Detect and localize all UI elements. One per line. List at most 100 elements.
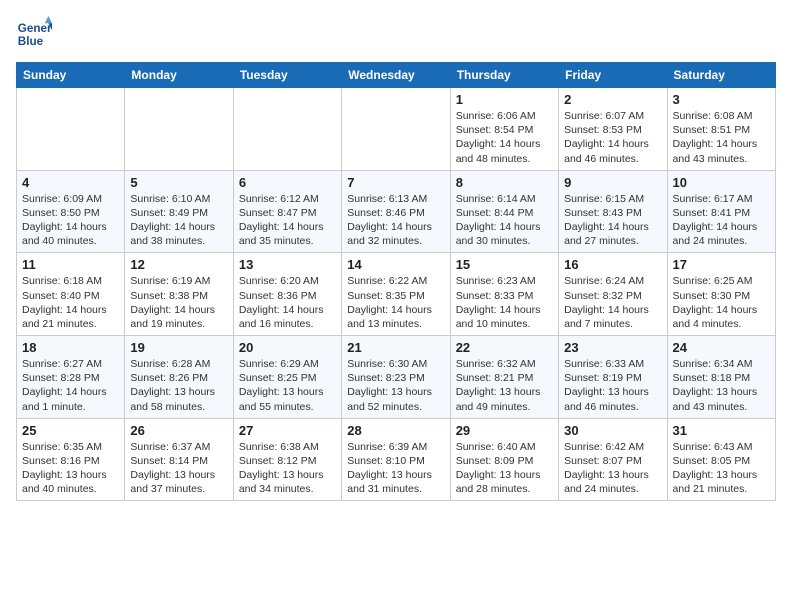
- day-info: Sunrise: 6:06 AM Sunset: 8:54 PM Dayligh…: [456, 109, 553, 166]
- logo-icon: General Blue: [16, 16, 52, 52]
- calendar: SundayMondayTuesdayWednesdayThursdayFrid…: [16, 62, 776, 501]
- calendar-cell: 2Sunrise: 6:07 AM Sunset: 8:53 PM Daylig…: [559, 88, 667, 171]
- calendar-week-row: 1 Sunrise: 6:06 AM Sunset: 8:54 PM Daylig…: [17, 88, 776, 171]
- calendar-cell: 17 Sunrise: 6:25 AM Sunset: 8:30 PM Dayli…: [667, 253, 775, 336]
- day-info: Sunrise: 6:20 AM Sunset: 8:36 PM Dayligh…: [239, 274, 336, 331]
- calendar-week-row: 11Sunrise: 6:18 AM Sunset: 8:40 PM Dayli…: [17, 253, 776, 336]
- day-number: 7: [347, 175, 444, 190]
- day-info: Sunrise: 6:22 AM Sunset: 8:35 PM Dayligh…: [347, 274, 444, 331]
- day-number: 12: [130, 257, 227, 272]
- calendar-cell: 5 Sunrise: 6:10 AM Sunset: 8:49 PM Daylig…: [125, 170, 233, 253]
- calendar-cell: 21 Sunrise: 6:30 AM Sunset: 8:23 PM Dayli…: [342, 336, 450, 419]
- day-info: Sunrise: 6:17 AM Sunset: 8:41 PM Dayligh…: [673, 192, 770, 249]
- day-number: 16: [564, 257, 661, 272]
- day-number: 25: [22, 423, 119, 438]
- calendar-cell: 28 Sunrise: 6:39 AM Sunset: 8:10 PM Dayli…: [342, 418, 450, 501]
- day-header: Saturday: [667, 63, 775, 88]
- day-header: Tuesday: [233, 63, 341, 88]
- calendar-cell: 29Sunrise: 6:40 AM Sunset: 8:09 PM Dayli…: [450, 418, 558, 501]
- day-info: Sunrise: 6:13 AM Sunset: 8:46 PM Dayligh…: [347, 192, 444, 249]
- day-info: Sunrise: 6:09 AM Sunset: 8:50 PM Dayligh…: [22, 192, 119, 249]
- day-number: 5: [130, 175, 227, 190]
- day-info: Sunrise: 6:42 AM Sunset: 8:07 PM Dayligh…: [564, 440, 661, 497]
- day-info: Sunrise: 6:43 AM Sunset: 8:05 PM Dayligh…: [673, 440, 770, 497]
- calendar-cell: 13 Sunrise: 6:20 AM Sunset: 8:36 PM Dayli…: [233, 253, 341, 336]
- day-header: Monday: [125, 63, 233, 88]
- day-header: Sunday: [17, 63, 125, 88]
- day-info: Sunrise: 6:07 AM Sunset: 8:53 PM Dayligh…: [564, 109, 661, 166]
- day-info: Sunrise: 6:39 AM Sunset: 8:10 PM Dayligh…: [347, 440, 444, 497]
- day-number: 10: [673, 175, 770, 190]
- calendar-cell: [342, 88, 450, 171]
- day-number: 13: [239, 257, 336, 272]
- day-info: Sunrise: 6:10 AM Sunset: 8:49 PM Dayligh…: [130, 192, 227, 249]
- day-info: Sunrise: 6:15 AM Sunset: 8:43 PM Dayligh…: [564, 192, 661, 249]
- day-number: 20: [239, 340, 336, 355]
- day-number: 21: [347, 340, 444, 355]
- day-info: Sunrise: 6:23 AM Sunset: 8:33 PM Dayligh…: [456, 274, 553, 331]
- day-info: Sunrise: 6:27 AM Sunset: 8:28 PM Dayligh…: [22, 357, 119, 414]
- calendar-cell: 26 Sunrise: 6:37 AM Sunset: 8:14 PM Dayli…: [125, 418, 233, 501]
- calendar-cell: [233, 88, 341, 171]
- calendar-cell: 9Sunrise: 6:15 AM Sunset: 8:43 PM Daylig…: [559, 170, 667, 253]
- day-number: 15: [456, 257, 553, 272]
- day-info: Sunrise: 6:34 AM Sunset: 8:18 PM Dayligh…: [673, 357, 770, 414]
- day-number: 30: [564, 423, 661, 438]
- day-info: Sunrise: 6:33 AM Sunset: 8:19 PM Dayligh…: [564, 357, 661, 414]
- calendar-cell: 20Sunrise: 6:29 AM Sunset: 8:25 PM Dayli…: [233, 336, 341, 419]
- svg-text:General: General: [18, 22, 52, 35]
- day-info: Sunrise: 6:38 AM Sunset: 8:12 PM Dayligh…: [239, 440, 336, 497]
- day-header: Thursday: [450, 63, 558, 88]
- calendar-cell: 12Sunrise: 6:19 AM Sunset: 8:38 PM Dayli…: [125, 253, 233, 336]
- calendar-cell: 10 Sunrise: 6:17 AM Sunset: 8:41 PM Dayli…: [667, 170, 775, 253]
- calendar-cell: 1 Sunrise: 6:06 AM Sunset: 8:54 PM Daylig…: [450, 88, 558, 171]
- day-number: 27: [239, 423, 336, 438]
- calendar-cell: 30 Sunrise: 6:42 AM Sunset: 8:07 PM Dayli…: [559, 418, 667, 501]
- calendar-cell: 6 Sunrise: 6:12 AM Sunset: 8:47 PM Daylig…: [233, 170, 341, 253]
- day-info: Sunrise: 6:25 AM Sunset: 8:30 PM Dayligh…: [673, 274, 770, 331]
- day-number: 22: [456, 340, 553, 355]
- day-number: 6: [239, 175, 336, 190]
- day-number: 3: [673, 92, 770, 107]
- day-number: 19: [130, 340, 227, 355]
- day-number: 1: [456, 92, 553, 107]
- calendar-cell: 8Sunrise: 6:14 AM Sunset: 8:44 PM Daylig…: [450, 170, 558, 253]
- day-info: Sunrise: 6:37 AM Sunset: 8:14 PM Dayligh…: [130, 440, 227, 497]
- header: General Blue: [16, 16, 776, 52]
- day-header: Friday: [559, 63, 667, 88]
- day-info: Sunrise: 6:14 AM Sunset: 8:44 PM Dayligh…: [456, 192, 553, 249]
- day-number: 4: [22, 175, 119, 190]
- calendar-cell: 19 Sunrise: 6:28 AM Sunset: 8:26 PM Dayli…: [125, 336, 233, 419]
- calendar-cell: 4 Sunrise: 6:09 AM Sunset: 8:50 PM Daylig…: [17, 170, 125, 253]
- day-number: 28: [347, 423, 444, 438]
- day-number: 14: [347, 257, 444, 272]
- calendar-week-row: 4 Sunrise: 6:09 AM Sunset: 8:50 PM Daylig…: [17, 170, 776, 253]
- day-info: Sunrise: 6:12 AM Sunset: 8:47 PM Dayligh…: [239, 192, 336, 249]
- calendar-header-row: SundayMondayTuesdayWednesdayThursdayFrid…: [17, 63, 776, 88]
- calendar-cell: 22Sunrise: 6:32 AM Sunset: 8:21 PM Dayli…: [450, 336, 558, 419]
- calendar-cell: 11Sunrise: 6:18 AM Sunset: 8:40 PM Dayli…: [17, 253, 125, 336]
- day-number: 31: [673, 423, 770, 438]
- calendar-week-row: 25Sunrise: 6:35 AM Sunset: 8:16 PM Dayli…: [17, 418, 776, 501]
- calendar-week-row: 18Sunrise: 6:27 AM Sunset: 8:28 PM Dayli…: [17, 336, 776, 419]
- day-number: 11: [22, 257, 119, 272]
- calendar-cell: 15 Sunrise: 6:23 AM Sunset: 8:33 PM Dayli…: [450, 253, 558, 336]
- calendar-cell: 24Sunrise: 6:34 AM Sunset: 8:18 PM Dayli…: [667, 336, 775, 419]
- calendar-cell: 31 Sunrise: 6:43 AM Sunset: 8:05 PM Dayli…: [667, 418, 775, 501]
- day-number: 23: [564, 340, 661, 355]
- day-number: 26: [130, 423, 227, 438]
- calendar-cell: 27 Sunrise: 6:38 AM Sunset: 8:12 PM Dayli…: [233, 418, 341, 501]
- day-number: 17: [673, 257, 770, 272]
- calendar-cell: 25Sunrise: 6:35 AM Sunset: 8:16 PM Dayli…: [17, 418, 125, 501]
- day-info: Sunrise: 6:30 AM Sunset: 8:23 PM Dayligh…: [347, 357, 444, 414]
- day-info: Sunrise: 6:08 AM Sunset: 8:51 PM Dayligh…: [673, 109, 770, 166]
- calendar-cell: [125, 88, 233, 171]
- calendar-cell: 23 Sunrise: 6:33 AM Sunset: 8:19 PM Dayli…: [559, 336, 667, 419]
- day-info: Sunrise: 6:28 AM Sunset: 8:26 PM Dayligh…: [130, 357, 227, 414]
- logo: General Blue: [16, 16, 56, 52]
- svg-text:Blue: Blue: [18, 35, 44, 48]
- day-info: Sunrise: 6:24 AM Sunset: 8:32 PM Dayligh…: [564, 274, 661, 331]
- calendar-cell: 7 Sunrise: 6:13 AM Sunset: 8:46 PM Daylig…: [342, 170, 450, 253]
- calendar-cell: 18Sunrise: 6:27 AM Sunset: 8:28 PM Dayli…: [17, 336, 125, 419]
- calendar-cell: 14 Sunrise: 6:22 AM Sunset: 8:35 PM Dayli…: [342, 253, 450, 336]
